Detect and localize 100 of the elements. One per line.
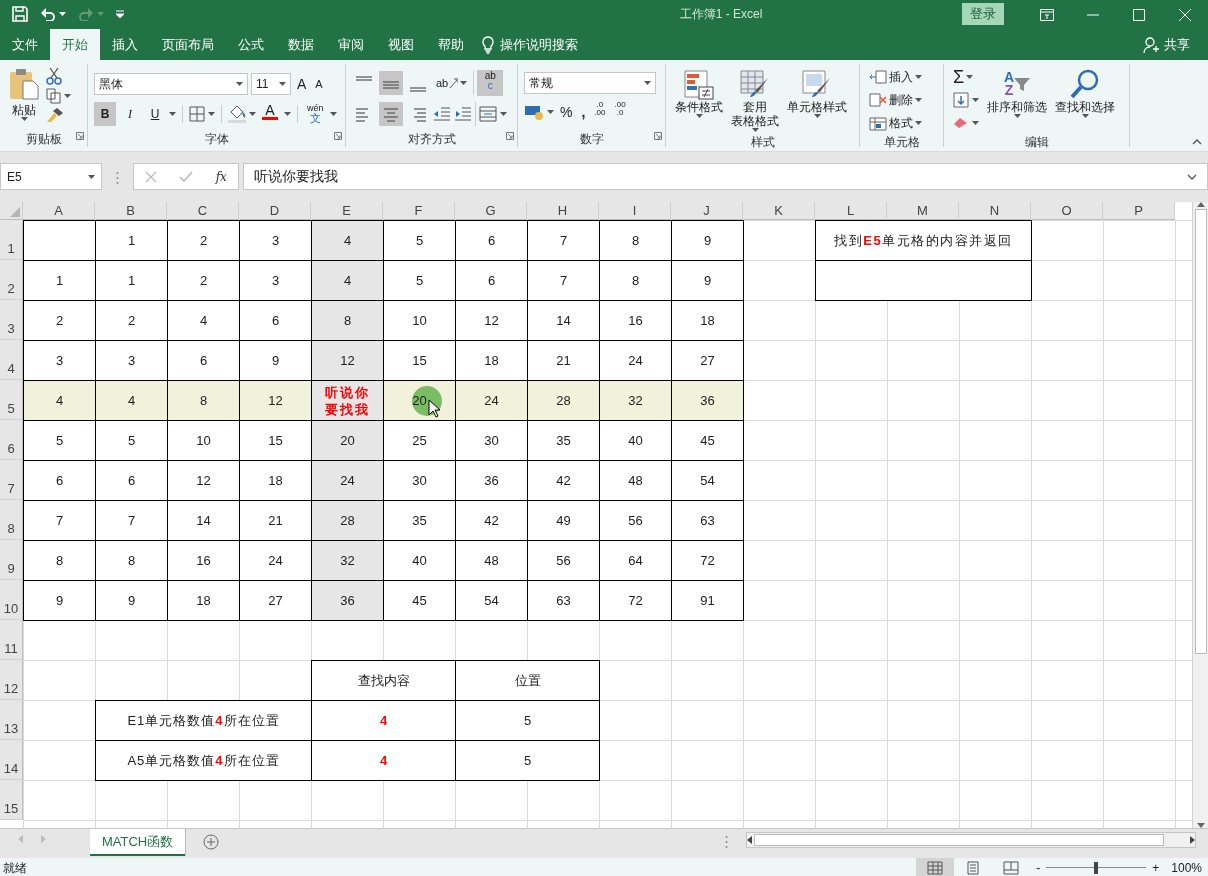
fill-down-icon[interactable] xyxy=(953,92,969,108)
tell-me-search[interactable]: 操作说明搜索 xyxy=(500,34,578,55)
ribbon-tab[interactable]: 文件 xyxy=(0,29,50,60)
row-header[interactable]: 14 xyxy=(0,740,23,780)
caret-icon[interactable] xyxy=(20,117,28,121)
diagonal-arrow-icon[interactable] xyxy=(450,78,459,88)
font-name-dropdown[interactable]: 黑体 xyxy=(94,73,248,95)
dialog-launcher-icon[interactable] xyxy=(334,131,342,140)
caret-icon[interactable] xyxy=(972,121,979,125)
caret-icon[interactable] xyxy=(915,121,922,125)
row-header[interactable]: 1 xyxy=(0,220,23,260)
row-header[interactable]: 15 xyxy=(0,780,23,820)
caret-icon[interactable] xyxy=(915,98,922,102)
customize-icon[interactable] xyxy=(116,10,124,18)
name-box[interactable]: E5 xyxy=(0,163,102,190)
column-header[interactable]: N xyxy=(959,202,1031,220)
dialog-launcher-icon[interactable] xyxy=(654,131,662,140)
phonetic-button[interactable]: wén 文 xyxy=(304,102,327,126)
font-style-button[interactable]: I xyxy=(119,102,141,126)
ribbon-tab[interactable]: 插入 xyxy=(100,29,150,60)
scrollbar-thumb[interactable] xyxy=(754,834,1164,846)
caret-icon[interactable] xyxy=(236,82,243,86)
caret-icon[interactable] xyxy=(169,112,176,116)
cells-button[interactable]: 插入 xyxy=(866,66,937,88)
column-header[interactable]: G xyxy=(455,202,527,220)
column-header[interactable]: F xyxy=(383,202,455,220)
row-header[interactable]: 5 xyxy=(0,380,23,420)
increase-indent-icon[interactable] xyxy=(454,106,472,122)
ribbon-tab[interactable]: 审阅 xyxy=(326,29,376,60)
ribbon-tab[interactable]: 视图 xyxy=(376,29,426,60)
copy-icon[interactable] xyxy=(46,88,61,104)
autosum-button[interactable]: Σ xyxy=(950,66,982,88)
ribbon-display-icon[interactable] xyxy=(1040,8,1054,21)
formula-input[interactable]: 听说你要找我 xyxy=(243,163,1208,190)
cells-button[interactable]: 删除 xyxy=(866,89,937,111)
column-header[interactable]: A xyxy=(23,202,95,220)
increase-decimal-button[interactable]: .0 .00 xyxy=(591,100,609,124)
cells-icon[interactable] xyxy=(869,92,887,108)
decrease-indent-icon[interactable] xyxy=(433,106,451,122)
row-header[interactable]: 13 xyxy=(0,700,23,740)
accounting-icon[interactable] xyxy=(524,104,544,120)
ribbon-tab[interactable]: 数据 xyxy=(276,29,326,60)
style-button[interactable]: 单元格样式 xyxy=(784,68,850,134)
row-header[interactable]: 8 xyxy=(0,500,23,540)
decrease-font-button[interactable]: A xyxy=(312,72,326,96)
row-header[interactable]: 12 xyxy=(0,660,23,700)
new-sheet-icon[interactable] xyxy=(203,833,220,850)
wrap-text-button[interactable]: ab c xyxy=(477,70,504,96)
caret-icon[interactable] xyxy=(966,75,974,79)
row-header[interactable]: 10 xyxy=(0,580,23,620)
fill-color-icon[interactable] xyxy=(228,105,246,123)
dialog-launcher-icon[interactable] xyxy=(76,131,84,140)
merge-cells-icon[interactable] xyxy=(479,106,497,122)
column-header[interactable]: B xyxy=(95,202,167,220)
caret-icon[interactable] xyxy=(695,114,703,118)
cells-icon[interactable] xyxy=(869,69,887,85)
zoom-in-button[interactable]: + xyxy=(1152,859,1160,876)
row-header[interactable]: 2 xyxy=(0,260,23,300)
column-header[interactable]: E xyxy=(311,202,383,220)
caret-icon[interactable] xyxy=(644,81,651,85)
increase-font-button[interactable]: A xyxy=(294,72,310,96)
caret-icon[interactable] xyxy=(1013,114,1021,118)
caret-icon[interactable] xyxy=(972,98,979,102)
caret-icon[interactable] xyxy=(1081,114,1089,118)
sort-filter-button[interactable]: A Z 排序和筛选 xyxy=(984,66,1050,134)
format-painter-icon[interactable] xyxy=(46,107,64,123)
scroll-left-icon[interactable] xyxy=(747,836,752,844)
cells-button[interactable]: 格式 xyxy=(866,112,937,134)
column-header[interactable]: J xyxy=(671,202,743,220)
column-header[interactable]: P xyxy=(1103,202,1175,220)
column-header[interactable]: O xyxy=(1031,202,1103,220)
column-header[interactable]: C xyxy=(167,202,239,220)
caret-icon[interactable] xyxy=(59,12,66,16)
column-header[interactable]: K xyxy=(743,202,815,220)
caret-icon[interactable] xyxy=(460,81,468,85)
scrollbar-thumb[interactable] xyxy=(1194,209,1207,654)
cells-icon[interactable] xyxy=(869,115,887,131)
row-header[interactable]: 3 xyxy=(0,300,23,340)
dialog-launcher-icon[interactable] xyxy=(506,131,514,140)
paste-button[interactable]: 粘贴 xyxy=(6,64,42,131)
font-color-button[interactable]: A xyxy=(259,102,281,126)
view-button[interactable] xyxy=(916,858,955,876)
maximize-icon[interactable] xyxy=(1133,8,1145,21)
sign-in-button[interactable]: 登录 xyxy=(962,3,1004,25)
style-button[interactable]: 套用 表格格式 xyxy=(728,68,782,134)
clipboard-icon[interactable] xyxy=(9,68,39,100)
font-size-dropdown[interactable]: 11 xyxy=(251,73,291,95)
undo-icon[interactable] xyxy=(40,7,56,21)
font-style-button[interactable]: U xyxy=(144,102,166,126)
check-icon[interactable] xyxy=(179,170,194,183)
caret-icon[interactable] xyxy=(915,75,922,79)
find-select-button[interactable]: 查找和选择 xyxy=(1052,66,1118,134)
slider-thumb[interactable] xyxy=(1094,862,1099,874)
column-header[interactable]: I xyxy=(599,202,671,220)
zoom-level[interactable]: 100% xyxy=(1171,859,1202,876)
conditional-format-icon[interactable] xyxy=(684,70,714,100)
zoom-out-button[interactable]: - xyxy=(1036,859,1041,876)
scroll-right-icon[interactable] xyxy=(1190,836,1195,844)
close-icon[interactable] xyxy=(1179,8,1191,21)
row-header[interactable]: 4 xyxy=(0,340,23,380)
